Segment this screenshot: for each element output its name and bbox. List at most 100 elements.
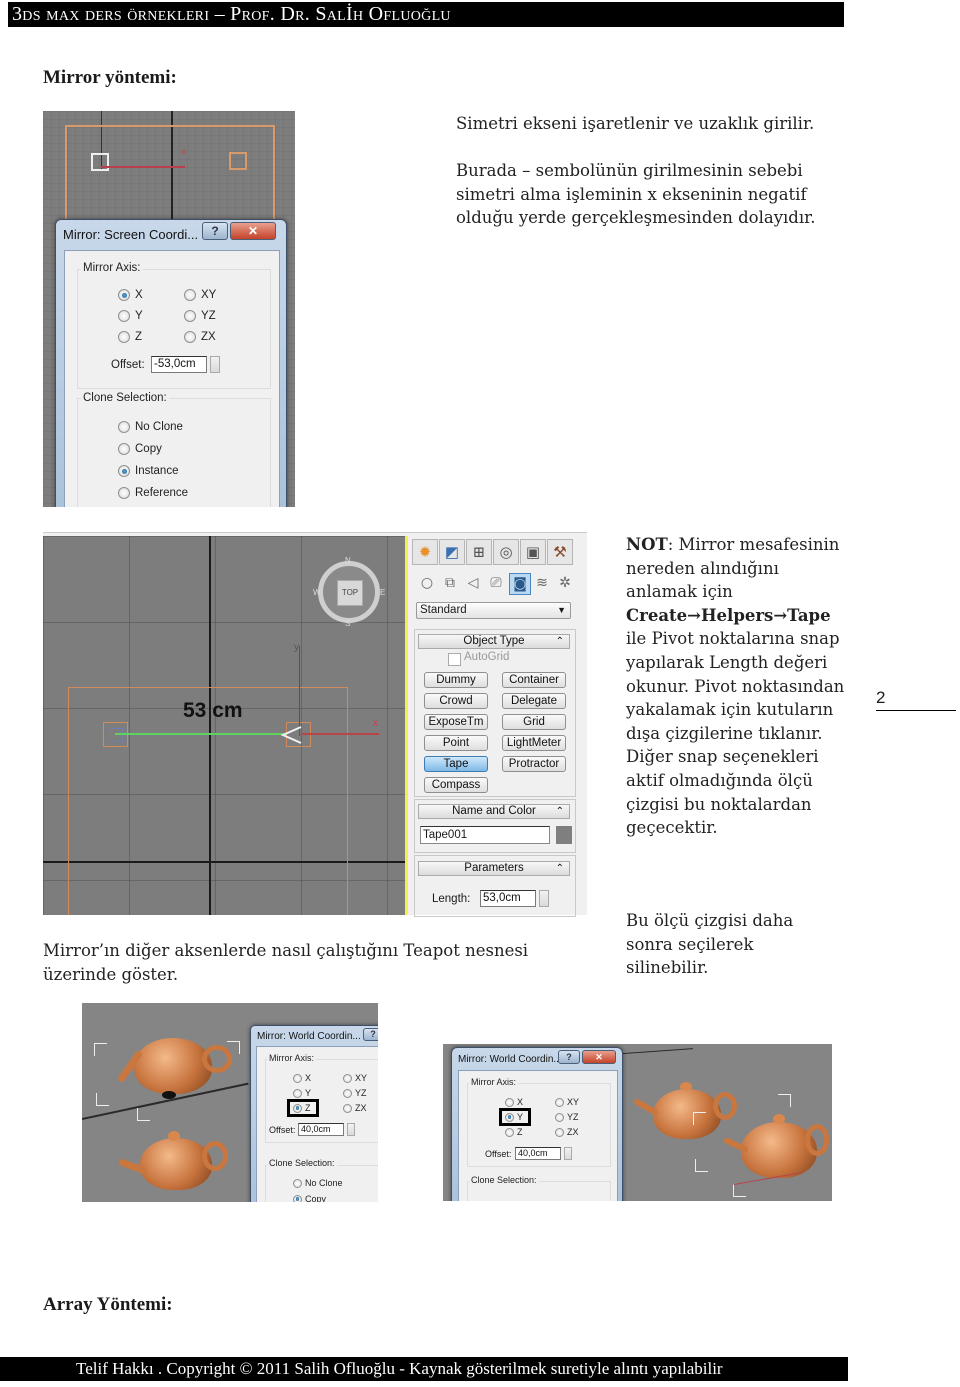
radio-axis-y[interactable]: Y	[118, 310, 143, 322]
teapot-lid-knob	[680, 1082, 692, 1091]
teapot-lid-knob	[168, 1131, 180, 1141]
lights-icon[interactable]: ◁	[463, 573, 483, 593]
radio-no-clone[interactable]: No Clone	[293, 1178, 343, 1188]
point-button[interactable]: Point	[424, 735, 488, 751]
radio-axis-xy[interactable]: XY	[184, 289, 216, 301]
chevron-down-icon: ▼	[557, 605, 566, 615]
teapot-mirrored	[134, 1038, 212, 1094]
dummy-button[interactable]: Dummy	[424, 672, 488, 688]
delegate-button[interactable]: Delegate	[502, 693, 566, 709]
motion-tab[interactable]: ◎	[493, 539, 519, 565]
radio-axis-y[interactable]: Y	[293, 1088, 311, 1098]
radio-no-clone[interactable]: No Clone	[118, 421, 183, 433]
spacewarps-icon[interactable]: ≋	[532, 573, 552, 593]
close-button[interactable]: ✕	[582, 1050, 616, 1064]
helpers-icon[interactable]: ◙	[509, 573, 531, 595]
crowd-button[interactable]: Crowd	[424, 693, 488, 709]
grid-button[interactable]: Grid	[502, 714, 566, 730]
intro-line: Simetri ekseni işaretlenir ve uzaklık gi…	[456, 114, 815, 133]
radio-axis-yz[interactable]: YZ	[184, 310, 216, 322]
radio-dot	[293, 1073, 302, 1083]
tape-button[interactable]: Tape	[424, 756, 488, 772]
length-input[interactable]: 53,0cm	[480, 890, 536, 907]
name-color-header[interactable]: Name and Color ⌃	[418, 804, 570, 819]
teapot-lid-knob	[773, 1114, 785, 1124]
radio-label: Y	[135, 310, 143, 322]
radio-axis-yz[interactable]: YZ	[343, 1088, 367, 1098]
radio-axis-z[interactable]: Z	[505, 1127, 523, 1137]
shapes-icon[interactable]: ⧉	[440, 573, 460, 593]
autogrid-checkbox[interactable]	[448, 653, 461, 666]
offset-spinner[interactable]	[210, 356, 220, 373]
viewcube-compass[interactable]: TOP	[318, 561, 380, 623]
compass-button[interactable]: Compass	[424, 777, 488, 793]
object-color-swatch[interactable]	[556, 826, 572, 844]
radio-axis-x[interactable]: X	[505, 1097, 523, 1107]
help-button[interactable]: ?	[558, 1050, 580, 1064]
radio-axis-zx[interactable]: ZX	[343, 1103, 367, 1113]
dialog-body: Mirror Axis: X XY Y YZ Z ZX Offset: -53,…	[64, 250, 280, 507]
document-header: 3ds max ders örnekleri – Prof. Dr. Salİh…	[8, 2, 844, 27]
radio-dot	[293, 1194, 302, 1202]
radio-axis-x[interactable]: X	[118, 289, 143, 301]
dialog-title: Mirror: World Coordin...	[458, 1054, 562, 1065]
cameras-icon[interactable]: ⎚	[486, 573, 506, 593]
object-type-header[interactable]: Object Type ⌃	[418, 634, 570, 649]
lightmeter-button[interactable]: LightMeter	[502, 735, 566, 751]
radio-label: Instance	[135, 465, 179, 477]
offset-spinner[interactable]	[347, 1123, 355, 1136]
protractor-button[interactable]: Protractor	[502, 756, 566, 772]
mirror-dialog-z: Mirror: World Coordin... ? Mirror Axis: …	[250, 1025, 378, 1202]
close-button[interactable]: ✕	[230, 222, 276, 240]
radio-dot	[505, 1097, 514, 1107]
offset-label: Offset:	[485, 1149, 512, 1159]
measure-label: 53 cm	[183, 699, 243, 722]
radio-dot	[505, 1127, 514, 1137]
radio-copy[interactable]: Copy	[293, 1194, 326, 1202]
radio-label: XY	[567, 1097, 580, 1107]
radio-axis-xy[interactable]: XY	[343, 1073, 367, 1083]
length-spinner[interactable]	[539, 890, 549, 907]
viewcube-top-face[interactable]: TOP	[337, 580, 363, 606]
display-tab[interactable]: ▣	[520, 539, 546, 565]
radio-copy[interactable]: Copy	[118, 443, 162, 455]
radio-axis-yz[interactable]: YZ	[555, 1112, 579, 1122]
exposetm-button[interactable]: ExposeTm	[424, 714, 488, 730]
bbox-corner	[733, 1184, 746, 1197]
hierarchy-tab[interactable]: ⊞	[466, 539, 492, 565]
modify-tab[interactable]: ◩	[439, 539, 465, 565]
offset-spinner[interactable]	[564, 1147, 572, 1160]
radio-dot	[555, 1112, 564, 1122]
help-button[interactable]: ?	[202, 222, 228, 240]
radio-axis-zx[interactable]: ZX	[184, 331, 216, 343]
parameters-header[interactable]: Parameters ⌃	[418, 861, 570, 876]
teapot-handle	[805, 1124, 829, 1156]
offset-input[interactable]: 40,0cm	[298, 1123, 344, 1136]
offset-input[interactable]: 40,0cm	[515, 1147, 561, 1160]
geometry-icon[interactable]: ○	[417, 573, 437, 593]
container-button[interactable]: Container	[502, 672, 566, 688]
dialog-title: Mirror: World Coordin...	[257, 1031, 361, 1042]
radio-axis-zx[interactable]: ZX	[555, 1127, 579, 1137]
help-button[interactable]: ?	[363, 1028, 378, 1041]
radio-label: Y	[305, 1088, 312, 1098]
screenshot-teapot-mirror-z: Mirror: World Coordin... ? Mirror Axis: …	[82, 1003, 378, 1202]
radio-label: XY	[201, 289, 217, 301]
utilities-tab[interactable]: ⚒	[547, 539, 573, 565]
radio-axis-xy[interactable]: XY	[555, 1097, 579, 1107]
collapse-icon: ⌃	[555, 806, 564, 817]
radio-label: YZ	[567, 1112, 579, 1122]
viewport-top: y x 53 cm TOP N S W E	[43, 536, 405, 915]
object-name-input[interactable]: Tape001	[420, 826, 550, 844]
systems-icon[interactable]: ✲	[555, 573, 575, 593]
pivot-box-right	[229, 152, 247, 170]
radio-instance[interactable]: Instance	[118, 465, 178, 477]
offset-input[interactable]: -53,0cm	[151, 356, 207, 373]
radio-axis-z[interactable]: Z	[118, 331, 142, 343]
gizmo-x-label: x	[373, 718, 378, 729]
radio-axis-x[interactable]: X	[293, 1073, 311, 1083]
compass-n: N	[345, 556, 351, 565]
create-tab[interactable]: ✹	[412, 539, 438, 565]
radio-reference[interactable]: Reference	[118, 487, 188, 499]
category-dropdown[interactable]: Standard ▼	[416, 602, 571, 619]
